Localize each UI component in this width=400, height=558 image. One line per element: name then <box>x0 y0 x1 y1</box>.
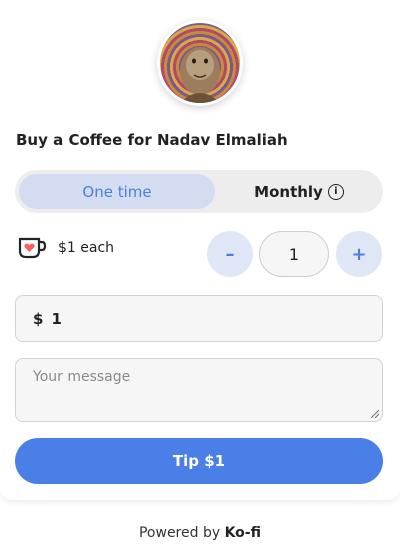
info-icon[interactable]: i <box>327 183 344 200</box>
tab-one-time[interactable]: One time <box>19 174 215 209</box>
message-placeholder: Your message <box>33 369 131 385</box>
frequency-toggle: One time Monthly i <box>15 170 383 213</box>
quantity-input[interactable]: 1 <box>259 231 329 277</box>
increase-quantity-button[interactable]: + <box>336 231 382 277</box>
powered-by: Powered by Ko-fi <box>0 525 400 541</box>
tab-monthly-label: Monthly <box>254 182 323 201</box>
page-title: Buy a Coffee for Nadav Elmaliah <box>16 131 288 149</box>
avatar <box>157 20 243 106</box>
kofi-link[interactable]: Ko-fi <box>225 525 261 541</box>
powered-by-prefix: Powered by <box>138 525 225 541</box>
message-textarea[interactable]: Your message <box>15 358 383 422</box>
resize-handle-icon[interactable] <box>371 410 379 418</box>
avatar-image <box>160 23 240 103</box>
coffee-cup-heart-icon <box>18 237 47 259</box>
tip-button[interactable]: Tip $1 <box>15 438 383 484</box>
donation-card: Buy a Coffee for Nadav Elmaliah One time… <box>0 0 400 500</box>
amount-field[interactable]: $ 1 <box>15 295 383 342</box>
currency-symbol: $ <box>33 309 44 328</box>
amount-value: 1 <box>51 309 62 328</box>
tab-monthly[interactable]: Monthly i <box>215 170 383 213</box>
price-per-item: $1 each <box>58 240 115 256</box>
decrease-quantity-button[interactable]: – <box>207 231 253 277</box>
